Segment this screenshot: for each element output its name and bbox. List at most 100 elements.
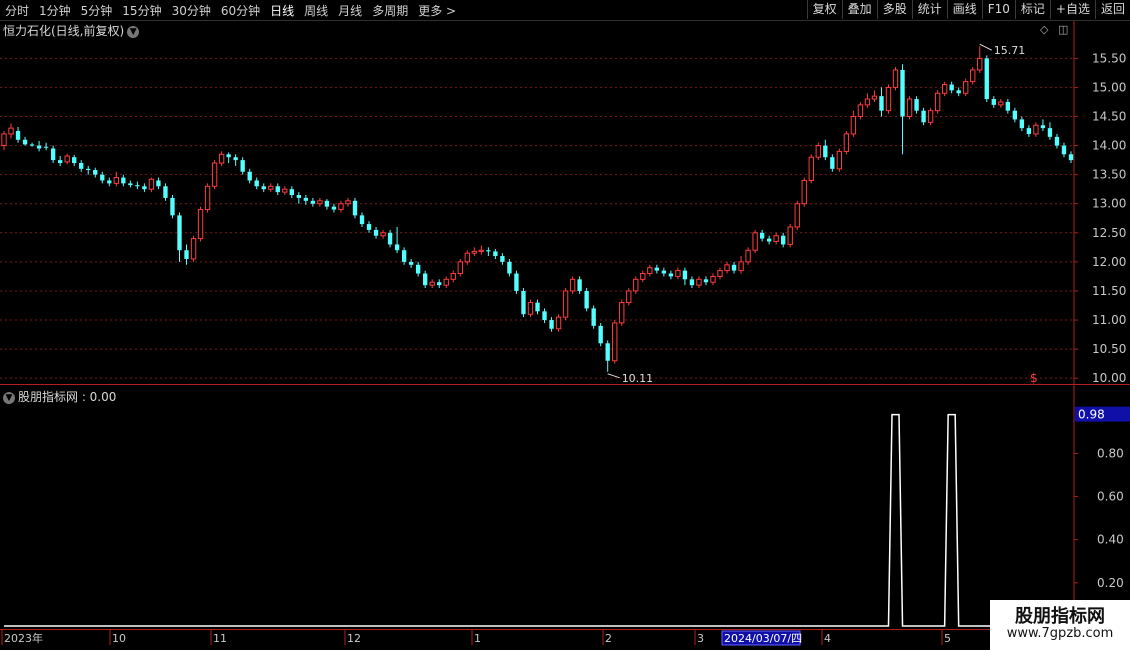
- candle: [871, 90, 878, 102]
- candle: [914, 96, 919, 114]
- candle-body: [324, 200, 330, 207]
- candle-body: [415, 264, 421, 274]
- candle-body: [773, 235, 779, 243]
- chevron-down-icon[interactable]: ▼: [3, 391, 15, 404]
- candle: [668, 270, 674, 280]
- candle-body: [113, 177, 119, 184]
- candle-body: [654, 267, 660, 271]
- candle: [535, 299, 540, 315]
- candle-body: [36, 145, 42, 149]
- tab-period-9[interactable]: 多周期: [367, 2, 413, 19]
- candle: [647, 264, 653, 277]
- candle-body: [507, 261, 512, 274]
- diamond-icon[interactable]: ◇: [1040, 23, 1048, 36]
- candle-body: [1005, 101, 1010, 111]
- price-chart[interactable]: 15.50 15.00 14.50 14.00 13.50 13.00 12.50 12.00…: [0, 0, 1130, 650]
- top-toolbar: 分时 1分钟 5分钟 15分钟 30分钟 60分钟 日线 周线 月线 多周期 更多 > 复权 叠加 多股…: [0, 0, 1130, 21]
- y-tick-label: 11.50: [1092, 284, 1126, 298]
- candle-body: [640, 273, 646, 280]
- candle-body: [15, 131, 21, 140]
- candle: [584, 288, 589, 312]
- candle: [156, 177, 161, 190]
- candle: [626, 288, 632, 306]
- candle: [1026, 125, 1032, 137]
- main-chart-title[interactable]: 恒力石化(日线,前复权) ▼: [3, 22, 140, 39]
- candle: [142, 183, 147, 193]
- candle: [233, 154, 238, 166]
- toolbar-button-5[interactable]: F10: [981, 0, 1015, 19]
- toolbar-button-6[interactable]: 标记: [1014, 0, 1050, 19]
- tab-period-10[interactable]: 更多 >: [413, 2, 461, 19]
- candle: [310, 197, 316, 207]
- candle: [93, 167, 98, 178]
- toolbar-button-3[interactable]: 统计: [911, 0, 947, 19]
- candle: [864, 93, 871, 108]
- candle: [50, 145, 56, 164]
- candle-body: [366, 224, 372, 230]
- tab-period-7[interactable]: 周线: [299, 2, 333, 19]
- indicator-title[interactable]: ▼ 股朋指标网 : 0.00: [3, 388, 116, 405]
- candle-body: [970, 69, 976, 83]
- candle-body: [591, 308, 596, 326]
- toolbar-button-8[interactable]: 返回: [1094, 0, 1130, 19]
- toolbar-button-4[interactable]: 画线: [946, 0, 982, 19]
- candle: [268, 183, 274, 193]
- candle: [100, 171, 105, 184]
- tab-period-3[interactable]: 15分钟: [117, 2, 166, 19]
- candle-body: [57, 160, 63, 164]
- candle-body: [1026, 128, 1032, 134]
- candle-body: [443, 278, 449, 286]
- candle-body: [892, 69, 899, 88]
- panel-toggle-icon[interactable]: ◫: [1058, 23, 1068, 36]
- tab-period-1[interactable]: 1分钟: [34, 2, 76, 19]
- candle-body: [156, 180, 161, 187]
- tab-period-0[interactable]: 分时: [0, 2, 34, 19]
- candle-body: [142, 186, 147, 190]
- tab-period-8[interactable]: 月线: [333, 2, 367, 19]
- candle: [387, 229, 393, 248]
- candle-body: [408, 261, 414, 265]
- candle-body: [310, 200, 316, 204]
- x-tick-label: 10: [112, 632, 126, 645]
- candle-body: [240, 160, 245, 172]
- candle-body: [394, 244, 400, 251]
- toolbar-button-1[interactable]: 叠加: [841, 0, 877, 19]
- candle: [443, 276, 449, 289]
- tab-period-2[interactable]: 5分钟: [76, 2, 118, 19]
- chevron-down-icon[interactable]: ▼: [127, 25, 140, 38]
- candle-body: [836, 150, 843, 170]
- toolbar-button-2[interactable]: 多股: [876, 0, 912, 19]
- candle: [612, 320, 618, 364]
- candle-body: [72, 157, 77, 164]
- candle: [471, 247, 477, 257]
- candle-body: [128, 183, 133, 186]
- tab-period-4[interactable]: 30分钟: [167, 2, 216, 19]
- tab-period-5[interactable]: 60分钟: [216, 2, 265, 19]
- candle: [703, 276, 709, 286]
- candle-body: [190, 238, 197, 260]
- candle: [1054, 133, 1060, 149]
- candle: [815, 142, 821, 161]
- candle: [401, 247, 407, 265]
- tab-period-6[interactable]: 日线: [265, 2, 299, 19]
- candle-body: [675, 270, 681, 277]
- toolbar-button-7[interactable]: +自选: [1049, 0, 1095, 19]
- candle-body: [423, 273, 428, 286]
- candle-body: [486, 250, 491, 252]
- candle: [717, 267, 723, 280]
- current-value-label: 0.98: [1078, 408, 1105, 422]
- candle-body: [163, 186, 168, 198]
- candle: [415, 261, 421, 277]
- candle-body: [927, 110, 934, 123]
- candle: [977, 46, 983, 73]
- candle-body: [247, 171, 252, 181]
- toolbar-button-0[interactable]: 复权: [806, 0, 842, 19]
- candle-body: [542, 311, 547, 321]
- candle: [521, 288, 526, 318]
- candle: [654, 264, 660, 274]
- candle-body: [879, 96, 884, 111]
- candle: [29, 142, 35, 147]
- candle-body: [148, 178, 155, 190]
- candle-body: [197, 209, 204, 240]
- candle-body: [949, 84, 954, 91]
